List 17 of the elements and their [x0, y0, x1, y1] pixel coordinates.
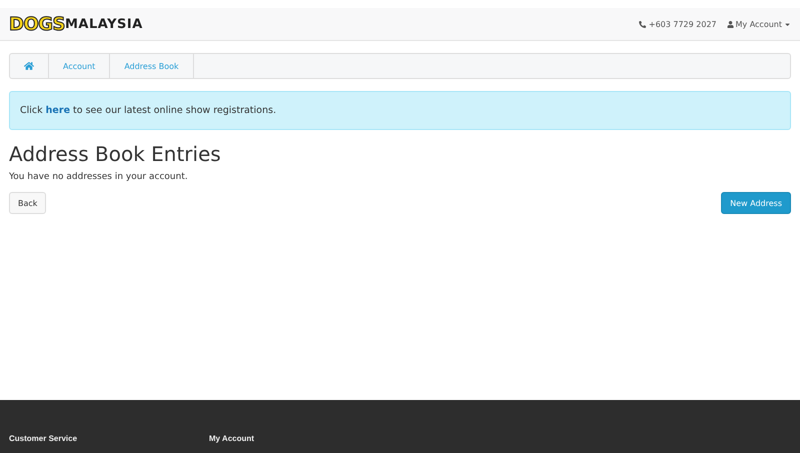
user-icon	[726, 20, 734, 28]
page-title: Address Book Entries	[9, 142, 222, 166]
alert-message: Click here to see our latest online show registrations.	[20, 105, 276, 116]
logo[interactable]: DOGSMALAYSIA	[9, 14, 143, 34]
account-menu[interactable]: My Account	[726, 20, 791, 28]
breadcrumb-link[interactable]: Address Book	[110, 54, 194, 78]
footer-heading: My Account	[209, 434, 256, 443]
new-address-button[interactable]: New Address	[721, 192, 791, 214]
empty-message: You have no addresses in your account.	[9, 172, 189, 182]
alert-link[interactable]: here	[46, 105, 70, 116]
caret-icon	[784, 20, 791, 28]
phone-number: +603 7729 2027	[648, 20, 717, 28]
back-button[interactable]: Back	[9, 192, 46, 214]
footer-heading: Customer Service	[9, 434, 78, 443]
phone-icon	[638, 20, 646, 28]
breadcrumb-link[interactable]: Account	[49, 54, 110, 78]
home-icon	[24, 61, 34, 71]
